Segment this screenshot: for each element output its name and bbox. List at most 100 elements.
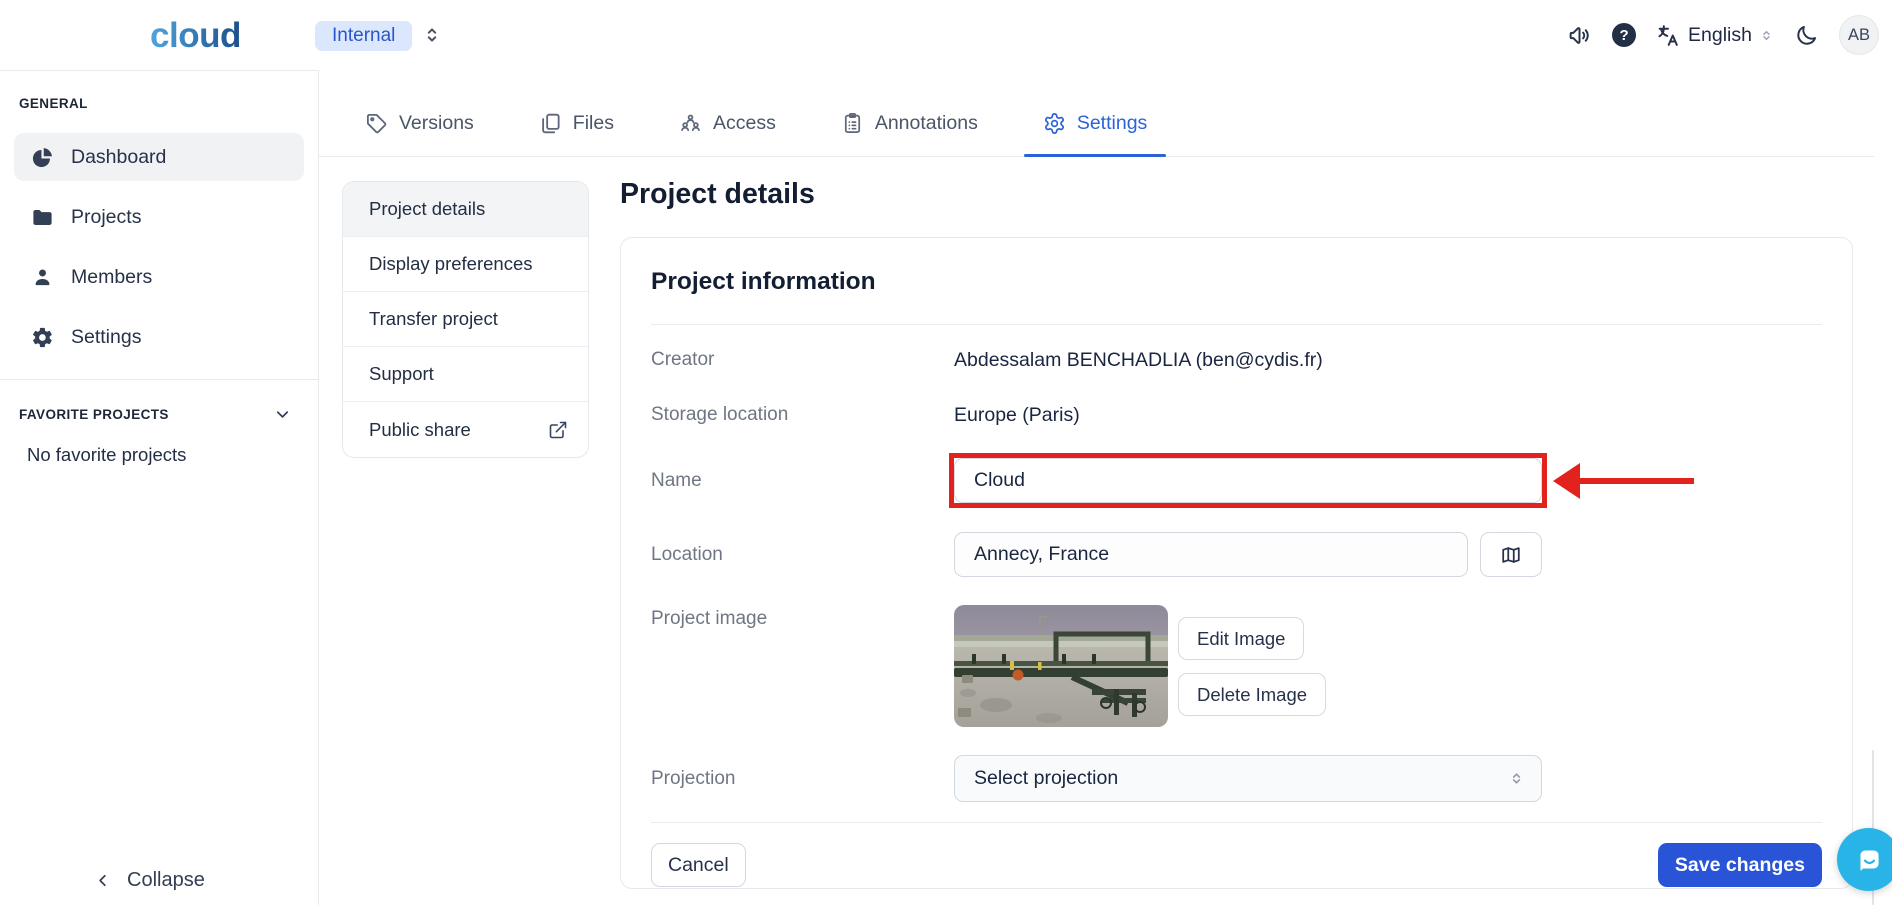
settings-submenu: Project details Display preferences Tran…	[342, 181, 589, 458]
delete-image-button[interactable]: Delete Image	[1178, 673, 1326, 716]
name-input[interactable]	[954, 458, 1542, 503]
app-logo: cloud	[150, 16, 241, 56]
sidebar-item-dashboard[interactable]: Dashboard	[14, 133, 304, 181]
creator-label: Creator	[651, 349, 954, 371]
project-image-row: Project image	[651, 605, 1822, 727]
gear-icon	[1043, 112, 1066, 135]
collapse-label: Collapse	[127, 869, 205, 892]
sidebar: GENERAL Dashboard Projects Members Setti…	[0, 70, 319, 905]
cancel-button[interactable]: Cancel	[651, 843, 746, 887]
project-image-label: Project image	[651, 605, 954, 630]
projection-select-value: Select projection	[974, 767, 1118, 790]
project-image-thumbnail	[954, 605, 1168, 727]
submenu-item-transfer-project[interactable]: Transfer project	[343, 292, 588, 347]
people-icon	[679, 112, 702, 135]
favorites-empty-text: No favorite projects	[27, 444, 318, 466]
arrow-head	[1553, 463, 1580, 499]
sidebar-item-label: Projects	[71, 206, 141, 229]
tag-icon	[365, 112, 388, 135]
submenu-label: Display preferences	[369, 253, 533, 275]
name-label: Name	[651, 470, 954, 492]
dark-mode-icon[interactable]	[1794, 23, 1819, 48]
projection-row: Projection Select projection	[651, 755, 1822, 802]
card-title: Project information	[651, 238, 1822, 296]
tab-access[interactable]: Access	[660, 90, 795, 156]
tab-annotations[interactable]: Annotations	[822, 90, 997, 156]
pie-chart-icon	[31, 146, 54, 169]
chevron-down-icon[interactable]	[273, 405, 292, 424]
arrow-shaft	[1580, 478, 1694, 484]
favorites-label: FAVORITE PROJECTS	[19, 407, 169, 422]
save-changes-button[interactable]: Save changes	[1658, 843, 1822, 887]
footer-divider	[651, 822, 1822, 823]
creator-row: Creator Abdessalam BENCHADLIA (ben@cydis…	[651, 346, 1822, 374]
sidebar-item-projects[interactable]: Projects	[14, 193, 304, 241]
open-map-button[interactable]	[1480, 532, 1542, 577]
sidebar-item-label: Dashboard	[71, 146, 166, 169]
sidebar-item-label: Members	[71, 266, 152, 289]
workspace-badge[interactable]: Internal	[315, 21, 412, 51]
tab-versions[interactable]: Versions	[346, 90, 493, 156]
submenu-label: Project details	[369, 198, 485, 220]
folder-icon	[31, 206, 54, 229]
location-label: Location	[651, 544, 954, 566]
copy-icon	[539, 112, 562, 135]
tab-label: Files	[573, 112, 614, 135]
annotation-arrow	[1553, 463, 1694, 499]
avatar[interactable]: AB	[1839, 15, 1879, 55]
card-divider	[651, 324, 1822, 325]
edit-image-button[interactable]: Edit Image	[1178, 617, 1304, 660]
submenu-label: Public share	[369, 419, 471, 441]
location-row: Location	[651, 532, 1822, 577]
favorites-header: FAVORITE PROJECTS	[19, 405, 292, 424]
chat-launcher-button[interactable]	[1837, 828, 1892, 891]
submenu-label: Transfer project	[369, 308, 498, 330]
submenu-item-project-details[interactable]: Project details	[343, 182, 588, 237]
sidebar-item-settings[interactable]: Settings	[14, 313, 304, 361]
tab-settings[interactable]: Settings	[1024, 90, 1166, 156]
gear-icon	[31, 326, 54, 349]
location-input[interactable]	[954, 532, 1468, 577]
select-unfold-icon	[1508, 770, 1525, 787]
announcements-icon[interactable]	[1567, 23, 1592, 48]
tab-label: Access	[713, 112, 776, 135]
sidebar-nav: Dashboard Projects Members Settings	[0, 133, 318, 361]
projection-select[interactable]: Select projection	[954, 755, 1542, 802]
top-bar: cloud Internal ? English AB	[0, 0, 1892, 70]
storage-location-label: Storage location	[651, 404, 954, 426]
topbar-actions: ? English AB	[1567, 0, 1879, 70]
page-title: Project details	[620, 178, 815, 211]
help-glyph: ?	[1619, 27, 1628, 44]
translate-icon	[1656, 23, 1681, 48]
map-icon	[1500, 544, 1522, 566]
sidebar-item-members[interactable]: Members	[14, 253, 304, 301]
tab-files[interactable]: Files	[520, 90, 633, 156]
chevron-left-icon	[93, 871, 112, 890]
storage-location-value: Europe (Paris)	[954, 404, 1822, 427]
sidebar-section-general: GENERAL	[19, 96, 318, 111]
language-unfold-icon	[1759, 28, 1774, 43]
language-label: English	[1688, 24, 1752, 47]
language-selector[interactable]: English	[1656, 23, 1774, 48]
storage-location-row: Storage location Europe (Paris)	[651, 401, 1822, 429]
help-icon[interactable]: ?	[1612, 23, 1636, 47]
submenu-label: Support	[369, 363, 434, 385]
collapse-button[interactable]: Collapse	[93, 869, 205, 892]
external-link-icon	[548, 420, 568, 440]
submenu-item-public-share[interactable]: Public share	[343, 402, 588, 457]
submenu-item-support[interactable]: Support	[343, 347, 588, 402]
tab-label: Settings	[1077, 112, 1147, 135]
main-area: Versions Files Access Annotations Settin…	[319, 70, 1892, 905]
tab-strip: Versions Files Access Annotations Settin…	[319, 70, 1874, 157]
projection-label: Projection	[651, 768, 954, 790]
tab-label: Versions	[399, 112, 474, 135]
workspace-switcher-icon[interactable]	[421, 24, 443, 46]
settings-content: Project details Display preferences Tran…	[319, 157, 1892, 905]
project-information-card: Project information Creator Abdessalam B…	[620, 237, 1853, 889]
sidebar-item-label: Settings	[71, 326, 141, 349]
chat-icon	[1852, 843, 1886, 877]
user-icon	[31, 266, 54, 289]
submenu-item-display-preferences[interactable]: Display preferences	[343, 237, 588, 292]
clipboard-icon	[841, 112, 864, 135]
creator-value: Abdessalam BENCHADLIA (ben@cydis.fr)	[954, 349, 1822, 372]
